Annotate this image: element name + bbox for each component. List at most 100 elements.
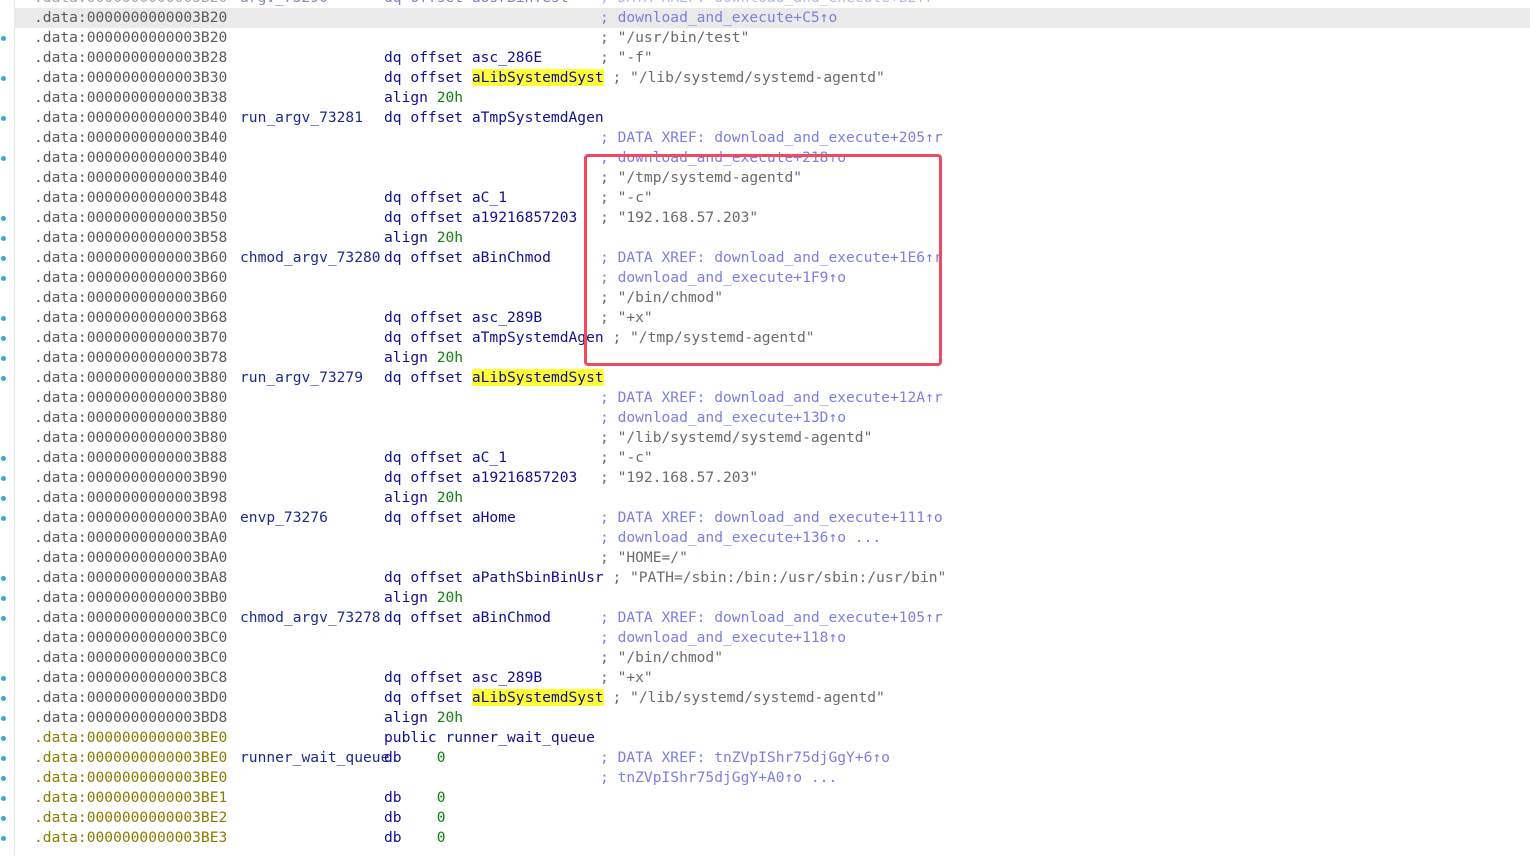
row-instruction[interactable]: align 20h bbox=[384, 708, 463, 728]
row-instruction[interactable]: dq offset aLibSystemdSyst ; "/lib/system… bbox=[384, 688, 885, 708]
row-instruction[interactable]: align 20h bbox=[384, 588, 463, 608]
breakpoint-dot-icon[interactable] bbox=[1, 816, 6, 821]
listing-row[interactable]: .data:0000000000003B30 dq offset aLibSyst… bbox=[14, 68, 1530, 88]
breakpoint-dot-icon[interactable] bbox=[1, 36, 6, 41]
row-instruction[interactable]: dq offset asc_289B bbox=[384, 668, 542, 688]
row-instruction[interactable]: dq offset asc_286E bbox=[384, 48, 542, 68]
row-label[interactable]: envp_73276 bbox=[240, 508, 328, 528]
row-instruction[interactable]: dq offset a19216857203 bbox=[384, 208, 577, 228]
row-address[interactable]: .data:0000000000003B78 bbox=[34, 348, 227, 368]
row-address[interactable]: .data:0000000000003B40 bbox=[34, 128, 227, 148]
row-address[interactable]: .data:0000000000003B38 bbox=[34, 88, 227, 108]
listing-row[interactable]: .data:0000000000003BD0 dq offset aLibSyst… bbox=[14, 688, 1530, 708]
listing-row[interactable]: .data:0000000000003B80 ; "/lib/systemd/sy… bbox=[14, 428, 1530, 448]
row-address[interactable]: .data:0000000000003B40 bbox=[34, 108, 227, 128]
listing-row[interactable]: .data:0000000000003BC0 ; download_and_exe… bbox=[14, 628, 1530, 648]
row-instruction[interactable]: align 20h bbox=[384, 488, 463, 508]
row-address[interactable]: .data:0000000000003BA0 bbox=[34, 528, 227, 548]
listing-row[interactable]: .data:0000000000003B40 ; DATA XREF: downl… bbox=[14, 128, 1530, 148]
listing-row[interactable]: .data:0000000000003B20 ; download_and_exe… bbox=[14, 8, 1530, 28]
breakpoint-dot-icon[interactable] bbox=[1, 596, 6, 601]
breakpoint-dot-icon[interactable] bbox=[1, 736, 6, 741]
row-instruction[interactable]: dq offset asc_289B bbox=[384, 308, 542, 328]
xref-comment[interactable]: ; download_and_execute+118↑o bbox=[600, 628, 846, 648]
xref-comment[interactable]: ; download_and_execute+136↑o ... bbox=[600, 528, 881, 548]
xref-comment[interactable]: ; DATA XREF: tnZVpIShr75djGgY+6↑o bbox=[600, 748, 890, 768]
breakpoint-dot-icon[interactable] bbox=[1, 496, 6, 501]
row-address[interactable]: .data:0000000000003BA0 bbox=[34, 508, 227, 528]
xref-comment[interactable]: ; tnZVpIShr75djGgY+A0↑o ... bbox=[600, 768, 837, 788]
row-address[interactable]: .data:0000000000003BD0 bbox=[34, 688, 227, 708]
row-address[interactable]: .data:0000000000003BC8 bbox=[34, 668, 227, 688]
breakpoint-dot-icon[interactable] bbox=[1, 836, 6, 841]
row-label[interactable]: chmod_argv_73280 bbox=[240, 248, 381, 268]
listing-row[interactable]: .data:0000000000003B40 run_argv_73281 dq o… bbox=[14, 108, 1530, 128]
listing-row[interactable]: .data:0000000000003B88 dq offset aC_1 ; "-… bbox=[14, 448, 1530, 468]
row-instruction[interactable]: align 20h bbox=[384, 228, 463, 248]
row-address[interactable]: .data:0000000000003BB0 bbox=[34, 588, 227, 608]
highlighted-operand[interactable]: aLibSystemdSyst bbox=[471, 369, 604, 386]
breakpoint-dot-icon[interactable] bbox=[1, 616, 6, 621]
breakpoint-dot-icon[interactable] bbox=[1, 356, 6, 361]
row-label[interactable]: run_argv_73281 bbox=[240, 108, 363, 128]
row-address[interactable]: .data:0000000000003BC0 bbox=[34, 628, 227, 648]
row-address[interactable]: .data:0000000000003BE0 bbox=[34, 768, 227, 788]
row-address[interactable]: .data:0000000000003BA0 bbox=[34, 548, 227, 568]
listing-row[interactable]: .data:0000000000003BC8 dq offset asc_289B… bbox=[14, 668, 1530, 688]
listing-row[interactable]: .data:0000000000003B20 ; "/usr/bin/test" bbox=[14, 28, 1530, 48]
breakpoint-dot-icon[interactable] bbox=[1, 236, 6, 241]
disassembly-listing[interactable]: .data:0000000000003B20argv_73290dq offse… bbox=[14, 0, 1530, 848]
row-instruction[interactable]: align 20h bbox=[384, 348, 463, 368]
row-address[interactable]: .data:0000000000003BE3 bbox=[34, 828, 227, 848]
breakpoint-dot-icon[interactable] bbox=[1, 276, 6, 281]
breakpoint-dot-icon[interactable] bbox=[1, 256, 6, 261]
row-instruction[interactable]: dq offset aBinChmod bbox=[384, 608, 551, 628]
row-address[interactable]: .data:0000000000003BA8 bbox=[34, 568, 227, 588]
breakpoint-dot-icon[interactable] bbox=[1, 716, 6, 721]
row-address[interactable]: .data:0000000000003B60 bbox=[34, 288, 227, 308]
row-address[interactable]: .data:0000000000003B48 bbox=[34, 188, 227, 208]
breakpoint-dot-icon[interactable] bbox=[1, 336, 6, 341]
row-instruction[interactable]: db 0 bbox=[384, 788, 446, 808]
row-address[interactable]: .data:0000000000003B80 bbox=[34, 428, 227, 448]
breakpoint-dot-icon[interactable] bbox=[1, 516, 6, 521]
breakpoint-dot-icon[interactable] bbox=[1, 116, 6, 121]
listing-row[interactable]: .data:0000000000003B80 run_argv_73279 dq o… bbox=[14, 368, 1530, 388]
breakpoint-dot-icon[interactable] bbox=[1, 456, 6, 461]
listing-row[interactable]: .data:0000000000003BE2 db 0 bbox=[14, 808, 1530, 828]
listing-row[interactable]: .data:0000000000003BE1 db 0 bbox=[14, 788, 1530, 808]
xref-comment[interactable]: ; DATA XREF: download_and_execute+205↑r bbox=[600, 128, 943, 148]
row-address[interactable]: .data:0000000000003B30 bbox=[34, 68, 227, 88]
row-address[interactable]: .data:0000000000003BC0 bbox=[34, 608, 227, 628]
xref-comment[interactable]: ; DATA XREF: download_and_execute+12A↑r bbox=[600, 388, 943, 408]
row-address[interactable]: .data:0000000000003BD8 bbox=[34, 708, 227, 728]
highlighted-operand[interactable]: aLibSystemdSyst bbox=[471, 689, 604, 706]
row-address[interactable]: .data:0000000000003B60 bbox=[34, 268, 227, 288]
row-instruction[interactable]: db 0 bbox=[384, 808, 446, 828]
breakpoint-dot-icon[interactable] bbox=[1, 376, 6, 381]
xref-comment[interactable]: ; download_and_execute+13D↑o bbox=[600, 408, 846, 428]
row-address[interactable]: .data:0000000000003B80 bbox=[34, 368, 227, 388]
row-instruction[interactable]: dq offset a19216857203 bbox=[384, 468, 577, 488]
row-address[interactable]: .data:0000000000003B20 bbox=[34, 0, 227, 8]
listing-row[interactable]: .data:0000000000003BE3 db 0 bbox=[14, 828, 1530, 848]
listing-row[interactable]: .data:0000000000003B90 dq offset a1921685… bbox=[14, 468, 1530, 488]
listing-row[interactable]: .data:0000000000003B80 ; DATA XREF: downl… bbox=[14, 388, 1530, 408]
row-instruction[interactable]: db 0 bbox=[384, 828, 446, 848]
row-address[interactable]: .data:0000000000003BE2 bbox=[34, 808, 227, 828]
listing-row[interactable]: .data:0000000000003BA0 ; "HOME=/" bbox=[14, 548, 1530, 568]
row-address[interactable]: .data:0000000000003B20 bbox=[34, 8, 227, 28]
breakpoint-dot-icon[interactable] bbox=[1, 156, 6, 161]
row-address[interactable]: .data:0000000000003B80 bbox=[34, 408, 227, 428]
row-instruction[interactable]: dq offset aTmpSystemdAgen bbox=[384, 108, 604, 128]
row-instruction[interactable]: dq offset aC_1 bbox=[384, 188, 507, 208]
listing-row[interactable]: .data:0000000000003BC0 ; "/bin/chmod" bbox=[14, 648, 1530, 668]
xref-comment[interactable]: ; DATA XREF: download_and_execute+B2↑r bbox=[600, 0, 934, 8]
row-instruction[interactable]: dq offset aLibSystemdSyst bbox=[384, 368, 604, 388]
listing-row[interactable]: .data:0000000000003B98 align 20h bbox=[14, 488, 1530, 508]
xref-comment[interactable]: ; DATA XREF: download_and_execute+111↑o bbox=[600, 508, 943, 528]
listing-row[interactable]: .data:0000000000003BC0 chmod_argv_73278 dq… bbox=[14, 608, 1530, 628]
breakpoint-dot-icon[interactable] bbox=[1, 476, 6, 481]
row-label[interactable]: runner_wait_queue bbox=[240, 748, 389, 768]
row-address[interactable]: .data:0000000000003B80 bbox=[34, 388, 227, 408]
